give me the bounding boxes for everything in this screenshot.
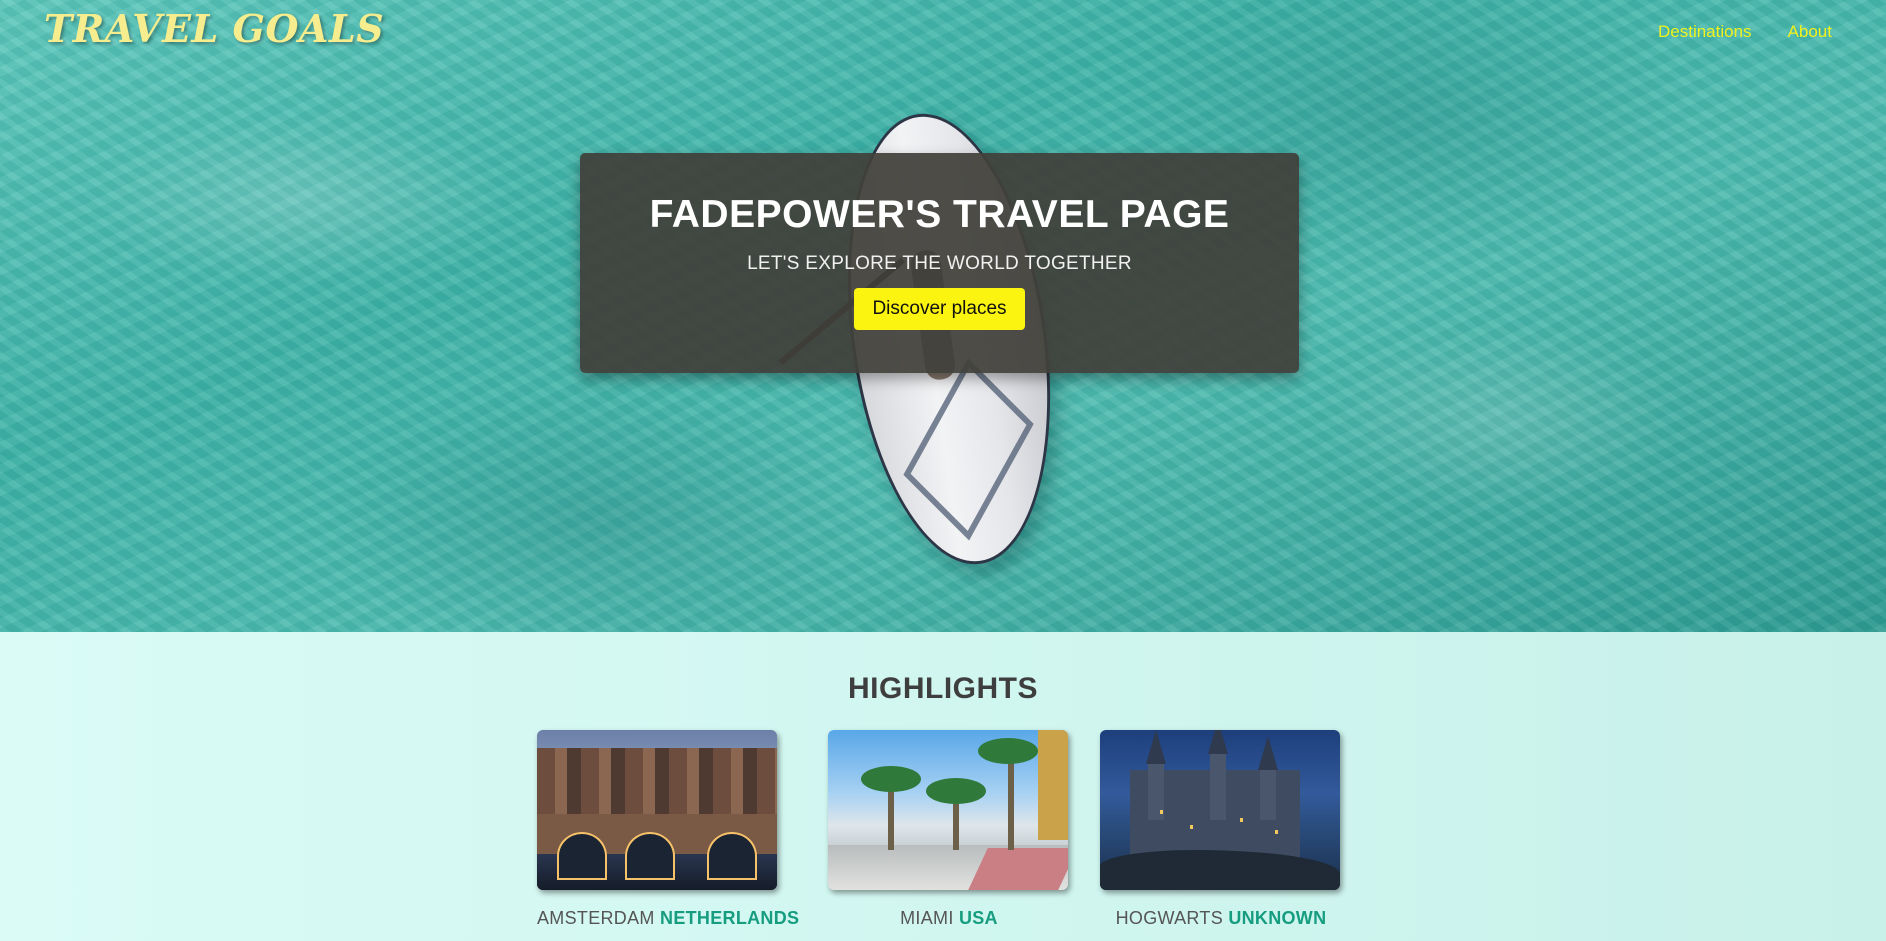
palm-fronds: [861, 766, 921, 792]
hero-title: FADEPOWER'S TRAVEL PAGE: [649, 193, 1230, 236]
site-logo[interactable]: TRAVEL GOALS: [44, 6, 384, 51]
tower-spire: [1146, 730, 1166, 764]
tower: [1260, 766, 1276, 820]
window-light: [1190, 825, 1193, 829]
bridge-arch: [557, 832, 607, 880]
highlight-card-miami[interactable]: MIAMI USA: [828, 730, 1070, 929]
hero-card: FADEPOWER'S TRAVEL PAGE LET'S EXPLORE TH…: [580, 153, 1299, 373]
houses-graphic: [537, 748, 777, 818]
tower: [1210, 750, 1226, 820]
building-graphic: [1038, 730, 1068, 840]
hero-banner: TRAVEL GOALS Destinations About FADEPOWE…: [0, 0, 1886, 632]
city-name: AMSTERDAM: [537, 908, 655, 928]
highlights-title: HIGHLIGHTS: [848, 672, 1038, 705]
city-name: MIAMI: [900, 908, 954, 928]
discover-places-button[interactable]: Discover places: [854, 288, 1025, 330]
tower-spire: [1208, 730, 1228, 754]
cliff-graphic: [1100, 850, 1340, 890]
highlight-card-amsterdam[interactable]: AMSTERDAM NETHERLANDS: [537, 730, 799, 929]
palm-trunk: [1008, 750, 1014, 850]
amsterdam-image[interactable]: [537, 730, 777, 890]
country-name: NETHERLANDS: [660, 908, 800, 928]
bridge-arch: [707, 832, 757, 880]
main-nav: Destinations About: [1658, 22, 1832, 42]
palm-fronds: [978, 738, 1038, 764]
country-name: USA: [958, 908, 998, 928]
hogwarts-image[interactable]: [1100, 730, 1340, 890]
hero-subtitle: LET'S EXPLORE THE WORLD TOGETHER: [747, 253, 1132, 274]
highlight-card-hogwarts[interactable]: HOGWARTS UNKNOWN: [1100, 730, 1342, 929]
nav-link-about[interactable]: About: [1788, 22, 1832, 42]
window-light: [1160, 810, 1163, 814]
tower-spire: [1258, 736, 1278, 770]
highlight-caption: MIAMI USA: [828, 908, 1070, 929]
board-logo-graphic: [903, 358, 1034, 541]
bridge-arch: [625, 832, 675, 880]
city-name: HOGWARTS: [1115, 908, 1223, 928]
highlight-caption: AMSTERDAM NETHERLANDS: [537, 908, 799, 929]
nav-link-destinations[interactable]: Destinations: [1658, 22, 1752, 42]
country-name: UNKNOWN: [1228, 908, 1327, 928]
palm-fronds: [926, 778, 986, 804]
highlights-section: HIGHLIGHTS AMSTERDAM NETHERLANDS MIAMI U…: [0, 632, 1886, 941]
miami-image[interactable]: [828, 730, 1068, 890]
window-light: [1240, 818, 1243, 822]
highlight-caption: HOGWARTS UNKNOWN: [1100, 908, 1342, 929]
window-light: [1275, 830, 1278, 834]
